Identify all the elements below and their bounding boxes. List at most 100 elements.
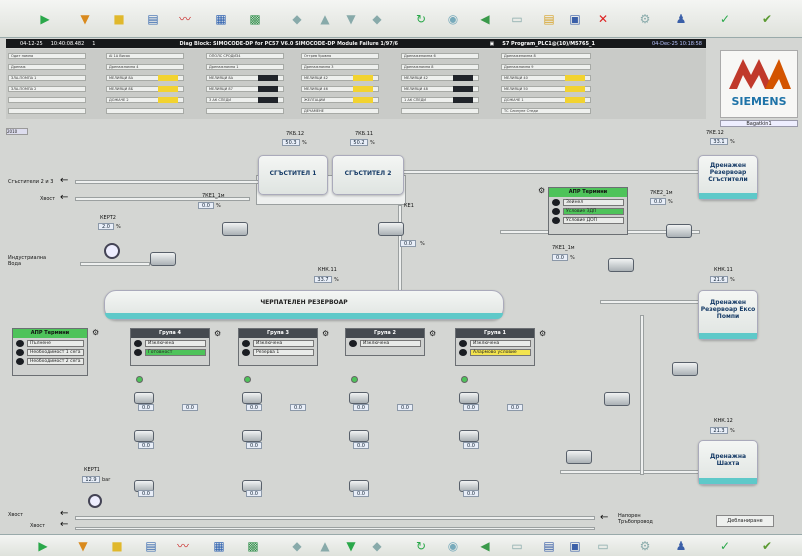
check-all-icon[interactable]: ✔	[758, 537, 776, 555]
message-cell[interactable]: Дренажпомпа 9	[501, 64, 591, 70]
group-pump[interactable]	[134, 392, 154, 404]
nav-last-icon[interactable]: ◆	[368, 10, 386, 28]
gear-icon[interactable]: ⚙	[214, 329, 221, 338]
auto-left-item-2[interactable]: Необходимост 1 сега	[16, 349, 84, 356]
nav-first-icon[interactable]: ◆	[288, 537, 306, 555]
auto-right-item-1[interactable]: Зейнел	[552, 199, 624, 206]
message-cell[interactable]: ОПОЛС СРОДИЗ4	[206, 53, 284, 59]
message-cell[interactable]	[206, 108, 284, 114]
screen-icon[interactable]: ▩	[246, 10, 264, 28]
trend-icon[interactable]: 〰	[174, 537, 192, 555]
screen-icon[interactable]: ▩	[244, 537, 262, 555]
nav-first-icon[interactable]: ◆	[288, 10, 306, 28]
message-cell[interactable]	[401, 108, 479, 114]
export-icon[interactable]: ▤	[540, 10, 558, 28]
group-panel-4[interactable]: Група 1 Изключена Алармово условие	[455, 328, 535, 366]
message-cell[interactable]	[8, 97, 86, 103]
acknowledge-icon[interactable]: ✓	[716, 537, 734, 555]
message-cell[interactable]: AI 1A Висок	[106, 53, 184, 59]
message-cell[interactable]: ЗЛА-ПОМПА 2	[8, 86, 86, 92]
nav-last-icon[interactable]: ◆	[368, 537, 386, 555]
settings-icon[interactable]: ⚙	[636, 537, 654, 555]
pump-ekso-1[interactable]	[672, 362, 698, 376]
gear-icon[interactable]: ⚙	[92, 328, 99, 337]
message-cell[interactable]: Дренажпомпа 1	[206, 64, 284, 70]
filter-icon[interactable]: ▼	[76, 10, 94, 28]
pump-kv[interactable]	[378, 222, 404, 236]
gear-icon[interactable]: ⚙	[538, 186, 545, 195]
back-icon[interactable]: ◀	[476, 10, 494, 28]
group-pump[interactable]	[459, 430, 479, 442]
group-state[interactable]: Изключена	[134, 340, 206, 347]
valve-gauge-icon[interactable]	[104, 243, 120, 259]
status-button[interactable]: Дебланиране	[716, 515, 774, 527]
group-state[interactable]: Алармово условие	[459, 349, 531, 356]
message-cell[interactable]: Отгрев Уровня	[301, 53, 379, 59]
group-panel-3[interactable]: Група 2 Изключена	[345, 328, 425, 356]
thickener-1-tank[interactable]: СГЪСТИТЕЛ 1	[258, 155, 328, 195]
auto-right-item-3[interactable]: Условие ДОП	[552, 217, 624, 224]
group-state[interactable]: Резерва 1	[242, 349, 314, 356]
drain-tank-thickeners[interactable]: Дренажен Резервоар Сгъстители	[698, 155, 758, 200]
group-panel-1[interactable]: Група 4 Изключена Готовност	[130, 328, 210, 366]
folder-icon[interactable]: ■	[108, 537, 126, 555]
alarm-list-icon[interactable]: ▦	[212, 10, 230, 28]
drain-shaft[interactable]: Дренажна Шахта	[698, 440, 758, 485]
group-state[interactable]: Готовност	[134, 349, 206, 356]
auto-left-item-3[interactable]: Необходимост 2 сега	[16, 358, 84, 365]
message-cell[interactable]: ТС Слинуне Стеди	[501, 108, 591, 114]
gear-icon[interactable]: ⚙	[429, 329, 436, 338]
group-pump[interactable]	[242, 430, 262, 442]
group-pump[interactable]	[349, 392, 369, 404]
save-icon[interactable]: ▣	[566, 10, 584, 28]
alarm-list-icon[interactable]: ▦	[210, 537, 228, 555]
message-cell[interactable]: Дренажпомпа 4	[106, 64, 184, 70]
message-cell[interactable]: Дренажпомпа 8	[401, 64, 479, 70]
group-pump[interactable]	[134, 430, 154, 442]
nav-up-icon[interactable]: ▲	[316, 537, 334, 555]
delete-icon[interactable]: ✕	[594, 10, 612, 28]
pump-drain-2[interactable]	[608, 258, 634, 272]
report-icon[interactable]: ▤	[142, 537, 160, 555]
screen-tab[interactable]: 2010	[6, 128, 28, 135]
drain-tank-pumps[interactable]: Дренажен Резервоар Ексо Помпи	[698, 290, 758, 340]
lock-icon[interactable]: ◉	[444, 537, 462, 555]
pump-water[interactable]	[150, 252, 176, 266]
delete-icon[interactable]: ▭	[594, 537, 612, 555]
message-cell[interactable]: ДЕЧАМЕНЕ	[301, 108, 379, 114]
nav-up-icon[interactable]: ▲	[316, 10, 334, 28]
acknowledge-icon[interactable]: ✓	[716, 10, 734, 28]
pump-shaft[interactable]	[566, 450, 592, 464]
play-icon[interactable]: ▶	[36, 10, 54, 28]
group-pump[interactable]	[242, 392, 262, 404]
auto-panel-left[interactable]: АПР Термини Пълнене Необходимост 1 сега …	[12, 328, 88, 376]
auto-right-item-2[interactable]: Условие ЗДП	[552, 208, 624, 215]
message-cell[interactable]: Дренажпомпа 3	[301, 64, 379, 70]
group-state[interactable]: Изключена	[349, 340, 421, 347]
user-field[interactable]: Bagatkin1	[720, 120, 798, 127]
print-icon[interactable]: ▭	[508, 10, 526, 28]
message-cell[interactable]: Одит помпа	[8, 53, 86, 59]
export-icon[interactable]: ▤	[540, 537, 558, 555]
settings-icon[interactable]: ⚙	[636, 10, 654, 28]
pressure-gauge-icon[interactable]	[88, 494, 102, 508]
report-icon[interactable]: ▤	[144, 10, 162, 28]
pump-upper-left[interactable]	[222, 222, 248, 236]
check-all-icon[interactable]: ✔	[758, 10, 776, 28]
group-state[interactable]: Изключена	[242, 340, 314, 347]
back-icon[interactable]: ◀	[476, 537, 494, 555]
message-cell[interactable]: Дренаж	[8, 64, 86, 70]
message-cell[interactable]	[106, 108, 184, 114]
group-panel-2[interactable]: Група 3 Изключена Резерва 1	[238, 328, 318, 366]
thickener-2-tank[interactable]: СГЪСТИТЕЛ 2	[332, 155, 404, 195]
play-icon[interactable]: ▶	[34, 537, 52, 555]
auto-left-item-1[interactable]: Пълнене	[16, 340, 84, 347]
message-cell[interactable]: ЗЛА-ПОМПА 1	[8, 75, 86, 81]
print-icon[interactable]: ▭	[508, 537, 526, 555]
gear-icon[interactable]: ⚙	[539, 329, 546, 338]
nav-down-icon[interactable]: ▼	[342, 537, 360, 555]
trend-icon[interactable]: 〰	[176, 10, 194, 28]
user-icon[interactable]: ♟	[672, 10, 690, 28]
pump-ekso-2[interactable]	[604, 392, 630, 406]
folder-icon[interactable]: ■	[110, 10, 128, 28]
